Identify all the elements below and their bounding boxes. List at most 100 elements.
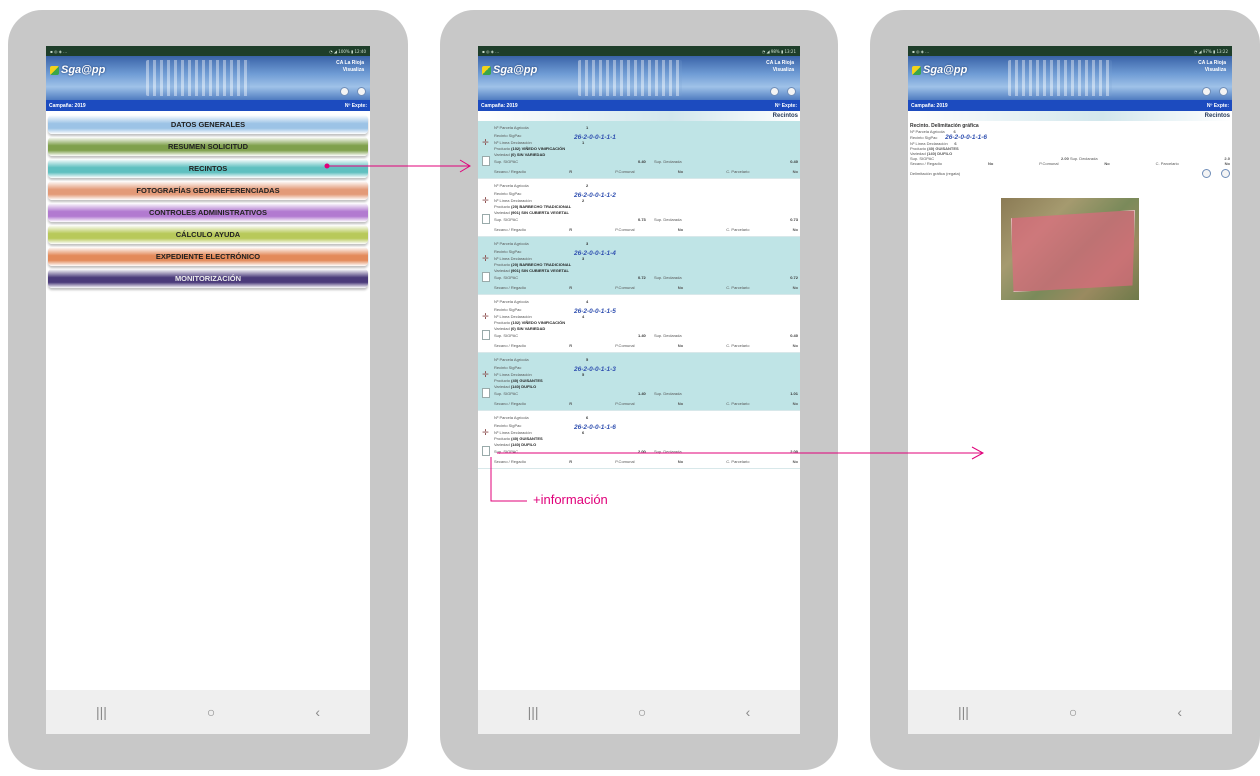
recinto-code[interactable]: 26-2-0-0-1-1-4 — [574, 250, 616, 257]
android-nav-bar: ||| ○ ‹ — [478, 690, 800, 734]
recinto-record[interactable]: ✛ Nº Parcela Agrícola 5 Recinto SigPac 26-2-… — [478, 353, 800, 411]
sup-sigpac-value: 2.00 — [638, 449, 646, 454]
sup-declarada-value: 0.40 — [790, 159, 798, 164]
phone-frame-menu: ▪ ◎ ◈ … ◔ ◢ 100% ▮ 12:40 Sga@pp CA La Rio… — [8, 10, 408, 770]
phone-frame-detalle: ▪ ◎ ◈ … ◔ ◢ 97% ▮ 13:22 Sga@pp CA La Rioj… — [870, 10, 1260, 770]
campaign-bar: Campaña: 2019 Nº Expte: — [908, 100, 1232, 111]
plus-expand-icon[interactable]: ✛ — [481, 370, 490, 379]
menu-item[interactable]: RECINTOS — [48, 159, 368, 178]
parcela-value: 2 — [586, 183, 589, 188]
home-icon[interactable] — [1202, 87, 1211, 96]
home-button-icon[interactable]: ○ — [638, 704, 646, 720]
document-icon[interactable] — [482, 214, 490, 224]
recinto-label: Recinto SigPac — [494, 365, 522, 370]
plus-expand-icon[interactable]: ✛ — [481, 138, 490, 147]
plus-expand-icon[interactable]: ✛ — [481, 254, 490, 263]
menu-item[interactable]: CÁLCULO AYUDA — [48, 225, 368, 244]
record-bottom-row: Secano / Regadío R P.Comunal No C. Parcelari… — [494, 285, 798, 290]
parcela-label: Nº Parcela Agrícola — [494, 183, 529, 188]
document-icon[interactable] — [482, 446, 490, 456]
menu-item[interactable]: MONITORIZACIÓN — [48, 269, 368, 288]
info-icon[interactable] — [787, 87, 796, 96]
sup-declarada-label: Sup. Declarada — [654, 159, 682, 164]
recinto-record[interactable]: ✛ Nº Parcela Agrícola 2 Recinto SigPac 26-2-… — [478, 179, 800, 237]
recintos-list: ✛ Nº Parcela Agrícola 1 Recinto SigPac 26-2-… — [478, 121, 800, 469]
sup-sigpac-label: Sup. SIGPAC — [494, 449, 519, 454]
document-icon[interactable] — [482, 388, 490, 398]
app-logo: Sga@pp — [912, 64, 967, 76]
sup-sigpac-value: 0.72 — [638, 275, 646, 280]
recintos-screen: ▪ ◎ ◈ … ◔ ◢ 98% ▮ 13:21 Sga@pp CA La Rioj… — [478, 46, 800, 734]
phone-frame-recintos: ▪ ◎ ◈ … ◔ ◢ 98% ▮ 13:21 Sga@pp CA La Rioj… — [440, 10, 838, 770]
menu-item[interactable]: RESUMEN SOLICITUD — [48, 137, 368, 156]
parcela-value: 5 — [586, 357, 589, 362]
recinto-code[interactable]: 26-2-0-0-1-1-3 — [574, 366, 616, 373]
home-icon[interactable] — [340, 87, 349, 96]
recinto-code[interactable]: 26-2-0-0-1-1-1 — [574, 134, 616, 141]
section-title: Recintos — [908, 111, 1232, 121]
parcela-label: Nº Parcela Agrícola — [494, 415, 529, 420]
recinto-code[interactable]: 26-2-0-0-1-1-6 — [574, 424, 616, 431]
plus-expand-icon[interactable]: ✛ — [481, 196, 490, 205]
app-header: Sga@pp CA La Rioja Visualiza — [478, 56, 800, 100]
section-title: Recintos — [478, 111, 800, 121]
campaign-bar: Campaña: 2019 Nº Expte: — [478, 100, 800, 111]
parcela-value: 4 — [586, 299, 589, 304]
callout-info-label: +información — [533, 492, 608, 507]
back-icon[interactable]: ‹ — [315, 704, 320, 720]
back-icon[interactable]: ‹ — [746, 704, 751, 720]
header-building-image — [146, 60, 250, 96]
sup-sigpac-label: Sup. SIGPAC — [494, 217, 519, 222]
recinto-code[interactable]: 26-2-0-0-1-1-2 — [574, 192, 616, 199]
sup-sigpac-label: Sup. SIGPAC — [494, 391, 519, 396]
plus-expand-icon[interactable]: ✛ — [481, 312, 490, 321]
info-icon[interactable] — [1219, 87, 1228, 96]
linea-label: Nº Línea Declaración — [494, 372, 532, 377]
document-icon[interactable] — [482, 272, 490, 282]
sup-declarada-label: Sup. Declarada — [654, 333, 682, 338]
plus-expand-icon[interactable]: ✛ — [481, 428, 490, 437]
menu-item[interactable]: DATOS GENERALES — [48, 115, 368, 134]
recents-icon[interactable]: ||| — [528, 704, 539, 720]
menu-item[interactable]: CONTROLES ADMINISTRATIVOS — [48, 203, 368, 222]
menu-item[interactable]: EXPEDIENTE ELECTRÓNICO — [48, 247, 368, 266]
sup-declarada-label: Sup. Declarada — [654, 275, 682, 280]
linea-value: 4 — [582, 314, 585, 319]
document-icon[interactable] — [482, 330, 490, 340]
variedad-value: Variedad (140) DUFILO — [494, 384, 537, 389]
producto-value: Producto (102) VIÑEDO VINIFICACIÓN — [494, 320, 566, 325]
sup-sigpac-label: Sup. SIGPAC — [494, 159, 519, 164]
recents-icon[interactable]: ||| — [96, 704, 107, 720]
document-icon[interactable] — [482, 156, 490, 166]
recinto-code[interactable]: 26-2-0-0-1-1-5 — [574, 308, 616, 315]
producto-value: Producto (20) BARBECHO TRADICIONAL — [494, 204, 572, 209]
zoom-icon[interactable] — [1202, 169, 1211, 178]
sup-sigpac-value: 0.73 — [638, 217, 646, 222]
back-icon[interactable]: ‹ — [1177, 704, 1182, 720]
home-icon[interactable] — [770, 87, 779, 96]
parcel-aerial-map[interactable] — [1001, 198, 1139, 300]
linea-value: 6 — [582, 430, 585, 435]
recents-icon[interactable]: ||| — [958, 704, 969, 720]
variedad-value: Variedad (901) SIN CUBIERTA VEGETAL — [494, 210, 569, 215]
app-logo: Sga@pp — [50, 64, 105, 76]
home-button-icon[interactable]: ○ — [1069, 704, 1077, 720]
parcela-label: Nº Parcela Agrícola — [494, 299, 529, 304]
linea-label: Nº Línea Declaración — [494, 140, 532, 145]
status-bar: ▪ ◎ ◈ … ◔ ◢ 100% ▮ 12:40 — [46, 46, 370, 56]
record-bottom-row: Secano / Regadío R P.Comunal No C. Parcelari… — [494, 343, 798, 348]
recinto-label: Recinto SigPac — [494, 307, 522, 312]
recinto-record[interactable]: ✛ Nº Parcela Agrícola 1 Recinto SigPac 26-2-… — [478, 121, 800, 179]
app-header: Sga@pp CA La Rioja Visualiza — [46, 56, 370, 100]
parcela-label: Nº Parcela Agrícola — [494, 357, 529, 362]
home-button-icon[interactable]: ○ — [207, 704, 215, 720]
recinto-record[interactable]: ✛ Nº Parcela Agrícola 4 Recinto SigPac 26-2-… — [478, 295, 800, 353]
fullscreen-icon[interactable] — [1221, 169, 1230, 178]
linea-value: 3 — [582, 256, 585, 261]
menu-item[interactable]: FOTOGRAFÍAS GEORREFERENCIADAS — [48, 181, 368, 200]
producto-value: Producto (40) GUISANTES — [494, 436, 543, 441]
recinto-record[interactable]: ✛ Nº Parcela Agrícola 3 Recinto SigPac 26-2-… — [478, 237, 800, 295]
sup-sigpac-label: Sup. SIGPAC — [494, 275, 519, 280]
recinto-record[interactable]: ✛ Nº Parcela Agrícola 6 Recinto SigPac 26-2-… — [478, 411, 800, 469]
info-icon[interactable] — [357, 87, 366, 96]
